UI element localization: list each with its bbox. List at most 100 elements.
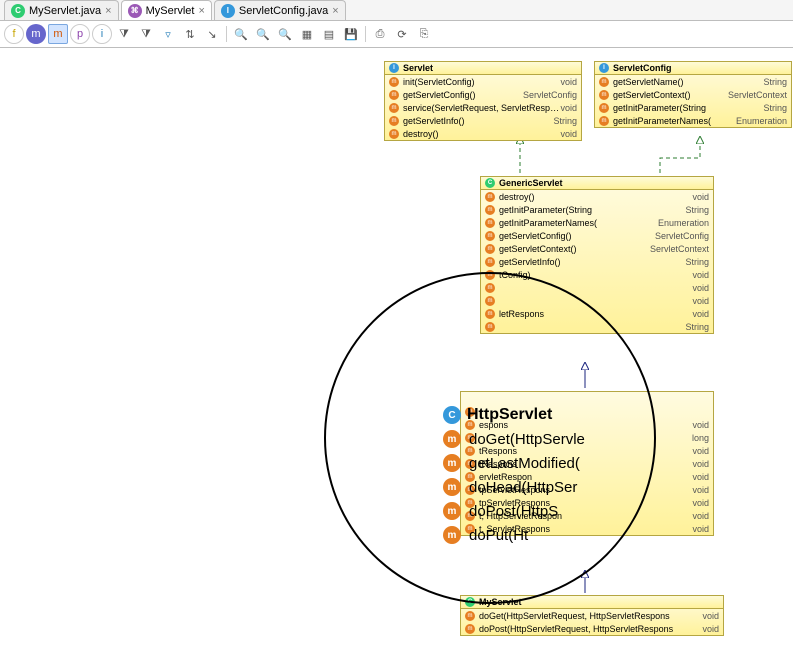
method-sig: getInitParameter(String (613, 103, 763, 113)
method-return: void (702, 611, 719, 621)
method-icon: m (485, 205, 495, 215)
separator (226, 26, 227, 42)
method-icon: m (443, 478, 461, 496)
diagram-toolbar: f m m p i ⧩ ⧩ ▿ ⇅ ↘ 🔍 🔍 🔍 ▦ ▤ 💾 ⎙ ⟳ ⎘ (0, 21, 793, 48)
method-row: mgetServletConfig()ServletConfig (385, 88, 581, 101)
class-servlet[interactable]: IServlet minit(ServletConfig)voidmgetSer… (384, 61, 582, 141)
method-list: minit(ServletConfig)voidmgetServletConfi… (385, 75, 581, 140)
method-icon: m (485, 322, 495, 332)
method-icon: m (389, 129, 399, 139)
method-sig: letRespons (499, 309, 692, 319)
editor-tabs: C MyServlet.java × ⌘ MyServlet × I Servl… (0, 0, 793, 21)
method-icon: m (389, 77, 399, 87)
method-return: void (692, 270, 709, 280)
method-sig: getServletConfig() (499, 231, 655, 241)
method-sig: service(ServletRequest, ServletRespons (403, 103, 560, 113)
zoom-in-icon[interactable]: 🔍 (253, 24, 273, 44)
method-row: mdoGet(HttpServletRequest, HttpServletRe… (461, 609, 723, 622)
class-myservlet[interactable]: CMyServlet mdoGet(HttpServletRequest, Ht… (460, 595, 724, 636)
method-return: void (692, 296, 709, 306)
class-icon: C (485, 178, 495, 188)
method-return: void (692, 459, 709, 469)
method-row: mgetServletContext()ServletContext (481, 242, 713, 255)
method-icon: m (599, 116, 609, 126)
method-icon: m (599, 77, 609, 87)
method-row: mgetServletConfig()ServletConfig (481, 229, 713, 242)
method-icon: m (485, 218, 495, 228)
filter-f-icon[interactable]: f (4, 24, 24, 44)
close-icon[interactable]: × (105, 5, 111, 17)
sort-icon[interactable]: ⇅ (180, 24, 200, 44)
method-icon: m (485, 296, 495, 306)
method-icon: m (599, 90, 609, 100)
tab-myservlet-java[interactable]: C MyServlet.java × (4, 0, 119, 20)
tab-servletconfig-java[interactable]: I ServletConfig.java × (214, 0, 346, 20)
filter-m2-icon[interactable]: m (48, 24, 68, 44)
filter-i-icon[interactable]: i (92, 24, 112, 44)
method-icon: m (465, 624, 475, 634)
class-icon: C (443, 406, 461, 424)
method-icon: m (443, 430, 461, 448)
method-row: mgetInitParameter(StringString (481, 203, 713, 216)
method-icon: m (599, 103, 609, 113)
filter-p-icon[interactable]: p (70, 24, 90, 44)
filter-icon[interactable]: ⧩ (114, 24, 134, 44)
method-sig: getServletInfo() (403, 116, 553, 126)
method-list: mdestroy()voidmgetInitParameter(StringSt… (481, 190, 713, 333)
method-sig: destroy() (403, 129, 560, 139)
method-return: void (692, 446, 709, 456)
method-icon: m (389, 90, 399, 100)
method-row: mgetServletContext()ServletContext (595, 88, 791, 101)
method-sig: doPost(HttpServletRequest, HttpServletRe… (479, 624, 702, 634)
zoom-reset-icon[interactable]: ▦ (297, 24, 317, 44)
interface-icon: I (389, 63, 399, 73)
class-icon: C (11, 4, 25, 18)
method-return: void (692, 485, 709, 495)
save-icon[interactable]: 💾 (341, 24, 361, 44)
grid-icon[interactable]: ▤ (319, 24, 339, 44)
method-row: mgetServletInfo()String (385, 114, 581, 127)
method-row: mgetServletName()String (595, 75, 791, 88)
method-return: void (692, 283, 709, 293)
arrow-icon[interactable]: ↘ (202, 24, 222, 44)
method-row: m getInitParameter(StringString (595, 101, 791, 114)
zoom-fit-icon[interactable]: 🔍 (231, 24, 251, 44)
tab-label: MyServlet.java (29, 5, 101, 17)
method-return: String (553, 116, 577, 126)
close-icon[interactable]: × (198, 5, 204, 17)
method-icon: m (485, 231, 495, 241)
method-row: mgetInitParameterNames(Enumeration (481, 216, 713, 229)
class-genericservlet[interactable]: CGenericServlet mdestroy()voidmgetInitPa… (480, 176, 714, 334)
method-icon: m (465, 611, 475, 621)
method-row: m void (481, 281, 713, 294)
zoom-out-icon[interactable]: 🔍 (275, 24, 295, 44)
method-sig: getServletContext() (613, 90, 728, 100)
export-icon[interactable]: ⎘ (414, 24, 434, 44)
class-servletconfig[interactable]: IServletConfig mgetServletName()Stringmg… (594, 61, 792, 128)
method-sig: getServletContext() (499, 244, 650, 254)
method-return: void (692, 420, 709, 430)
class-title: MyServlet (479, 597, 522, 607)
method-list: mdoGet(HttpServletRequest, HttpServletRe… (461, 609, 723, 635)
zoom-title: HttpServlet (467, 406, 552, 424)
tab-myservlet-diagram[interactable]: ⌘ MyServlet × (121, 0, 212, 20)
diagram-canvas[interactable]: IServlet minit(ServletConfig)voidmgetSer… (0, 48, 793, 645)
method-icon: m (485, 283, 495, 293)
method-sig: getInitParameterNames( (613, 116, 736, 126)
method-return: Enumeration (736, 116, 787, 126)
diagram-icon: ⌘ (128, 4, 142, 18)
method-sig: getServletName() (613, 77, 763, 87)
method-return: void (560, 129, 577, 139)
method-return: void (692, 309, 709, 319)
method-return: String (763, 103, 787, 113)
print-icon[interactable]: ⎙ (370, 24, 390, 44)
method-row: m void (481, 294, 713, 307)
refresh-icon[interactable]: ⟳ (392, 24, 412, 44)
filter-m1-icon[interactable]: m (26, 24, 46, 44)
method-row: mtConfig)void (481, 268, 713, 281)
filter2-icon[interactable]: ⧩ (136, 24, 156, 44)
method-icon: m (485, 270, 495, 280)
method-row: mString (481, 320, 713, 333)
close-icon[interactable]: × (332, 5, 338, 17)
filter3-icon[interactable]: ▿ (158, 24, 178, 44)
